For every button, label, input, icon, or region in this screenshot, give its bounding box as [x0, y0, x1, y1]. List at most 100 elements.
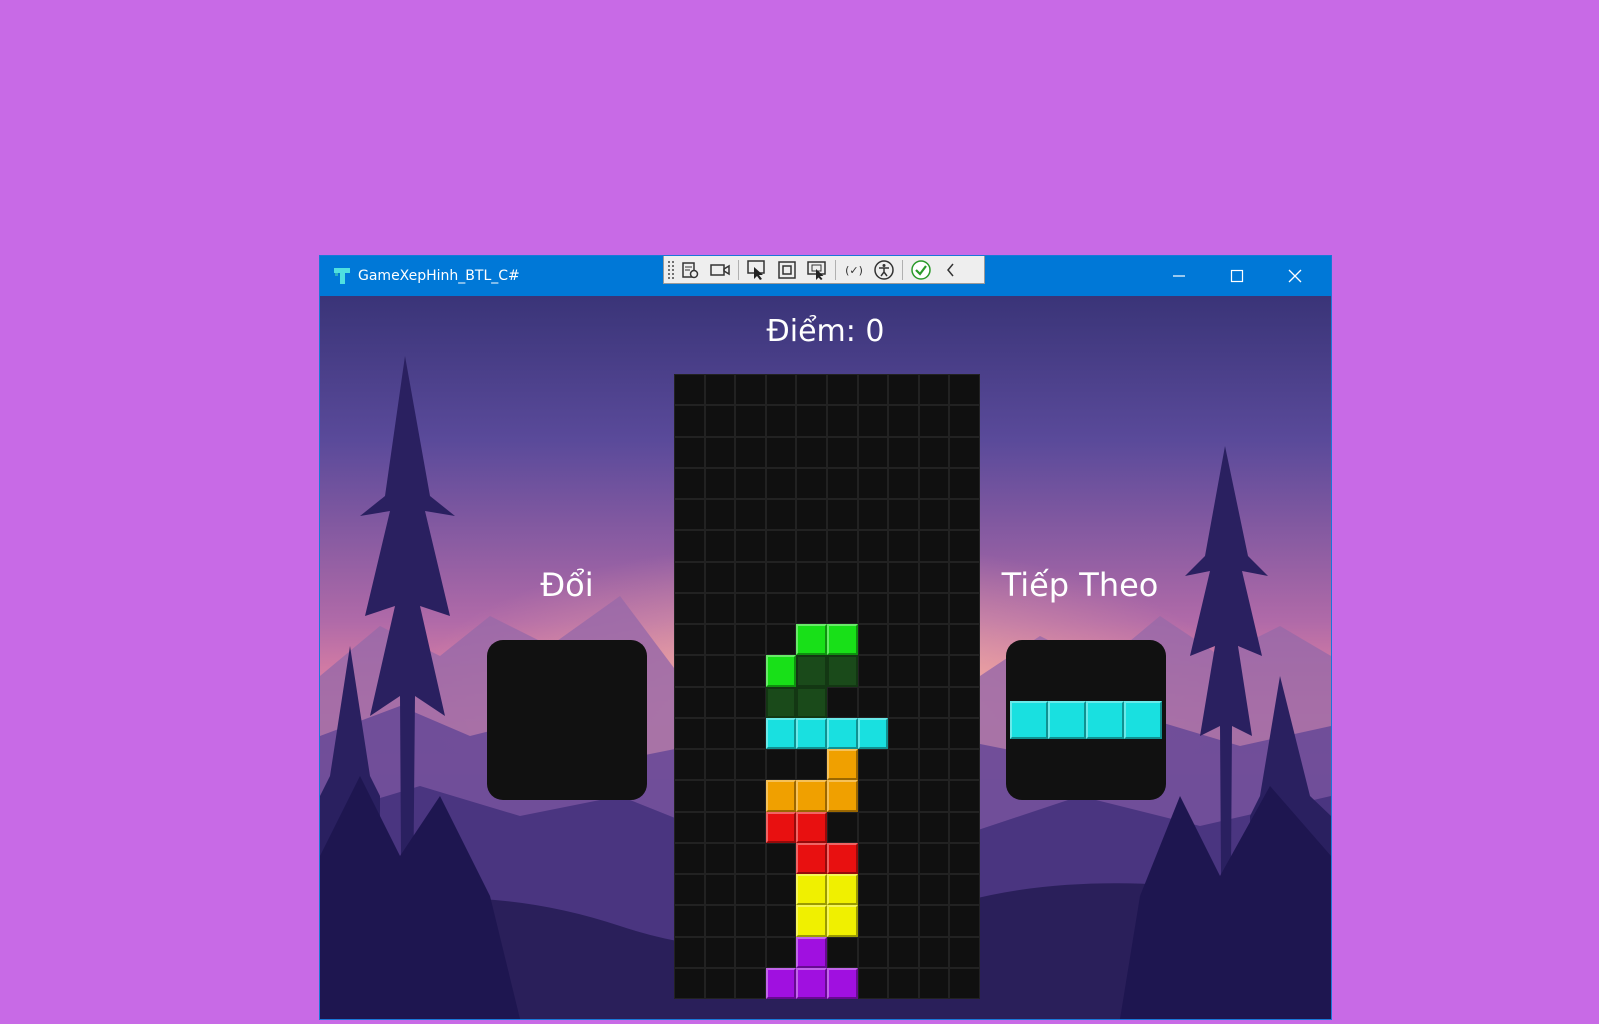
board-cell — [735, 780, 766, 812]
board-cell — [796, 499, 827, 531]
board-cell — [674, 936, 705, 968]
board-cell — [888, 374, 919, 406]
select-element-icon[interactable] — [742, 258, 772, 282]
board-cell — [857, 780, 889, 812]
next-piece-block — [1010, 701, 1048, 739]
board-cell — [735, 374, 766, 406]
board-cell — [704, 561, 736, 593]
board-cell — [735, 467, 766, 499]
live-visual-tree-icon[interactable] — [675, 258, 705, 282]
tetromino-block — [796, 655, 827, 687]
hot-reload-check-icon[interactable] — [906, 258, 936, 282]
next-piece-box — [1006, 640, 1166, 800]
toolbar-grip-icon[interactable] — [667, 259, 675, 280]
board-cell — [704, 780, 736, 812]
binding-failures-icon[interactable]: (✓) — [839, 258, 869, 282]
board-cell — [888, 936, 919, 968]
board-cell — [857, 624, 889, 656]
board-cell — [704, 967, 736, 999]
board-cell — [674, 530, 705, 562]
display-layout-adorners-icon[interactable] — [772, 258, 802, 282]
board-cell — [827, 530, 858, 562]
board-cell — [949, 592, 980, 624]
board-cell — [857, 842, 889, 874]
game-board[interactable] — [674, 374, 980, 999]
board-cell — [888, 811, 919, 843]
tetromino-block — [765, 967, 797, 999]
board-cell — [918, 749, 950, 781]
board-cell — [704, 811, 736, 843]
board-cell — [857, 405, 889, 437]
accessibility-icon[interactable] — [869, 258, 899, 282]
board-cell — [765, 749, 797, 781]
toolbar-separator — [902, 259, 903, 280]
board-cell — [674, 780, 705, 812]
board-cell — [704, 936, 736, 968]
next-label: Tiếp Theo — [1001, 566, 1159, 604]
tetromino-block — [765, 811, 797, 843]
board-cell — [796, 561, 827, 593]
board-cell — [888, 405, 919, 437]
title-bar[interactable]: GameXepHinh_BTL_C# (✓) — [320, 256, 1331, 296]
board-cell — [827, 436, 858, 468]
board-cell — [674, 467, 705, 499]
board-cell — [735, 905, 766, 937]
board-cell — [827, 811, 858, 843]
tetromino-block — [827, 655, 858, 687]
board-cell — [704, 655, 736, 687]
board-cell — [674, 655, 705, 687]
board-cell — [918, 905, 950, 937]
board-cell — [796, 405, 827, 437]
tetromino-block — [765, 686, 797, 718]
board-cell — [918, 530, 950, 562]
board-cell — [704, 592, 736, 624]
board-cell — [949, 499, 980, 531]
board-cell — [735, 624, 766, 656]
board-cell — [796, 436, 827, 468]
board-cell — [735, 967, 766, 999]
board-cell — [888, 717, 919, 749]
track-focus-icon[interactable] — [802, 258, 832, 282]
board-cell — [888, 967, 919, 999]
close-button[interactable] — [1266, 256, 1324, 296]
board-cell — [674, 874, 705, 906]
board-cell — [949, 405, 980, 437]
tetromino-block — [796, 842, 827, 874]
next-piece-block — [1048, 701, 1086, 739]
tetromino-block — [827, 842, 858, 874]
board-cell — [888, 436, 919, 468]
board-cell — [674, 592, 705, 624]
collapse-toolbar-icon[interactable] — [936, 258, 966, 282]
board-cell — [735, 874, 766, 906]
board-cell — [765, 624, 797, 656]
maximize-icon — [1230, 269, 1244, 283]
board-cell — [949, 624, 980, 656]
tetromino-block — [827, 874, 858, 906]
board-cell — [765, 874, 797, 906]
tetromino-block — [796, 967, 827, 999]
board-cell — [827, 405, 858, 437]
board-cell — [735, 686, 766, 718]
board-cell — [796, 530, 827, 562]
board-cell — [735, 717, 766, 749]
board-cell — [674, 561, 705, 593]
board-cell — [857, 499, 889, 531]
board-cell — [735, 530, 766, 562]
tetromino-block — [827, 717, 858, 749]
record-camera-icon[interactable] — [705, 258, 735, 282]
board-cell — [704, 530, 736, 562]
board-cell — [735, 842, 766, 874]
board-cell — [857, 530, 889, 562]
minimize-button[interactable] — [1150, 256, 1208, 296]
board-cell — [735, 811, 766, 843]
board-cell — [888, 905, 919, 937]
board-cell — [765, 374, 797, 406]
toolbar-separator — [835, 259, 836, 280]
board-cell — [796, 374, 827, 406]
tetromino-block — [857, 717, 889, 749]
board-cell — [704, 374, 736, 406]
tetromino-block — [796, 874, 827, 906]
board-cell — [796, 592, 827, 624]
maximize-button[interactable] — [1208, 256, 1266, 296]
minimize-icon — [1173, 275, 1185, 277]
